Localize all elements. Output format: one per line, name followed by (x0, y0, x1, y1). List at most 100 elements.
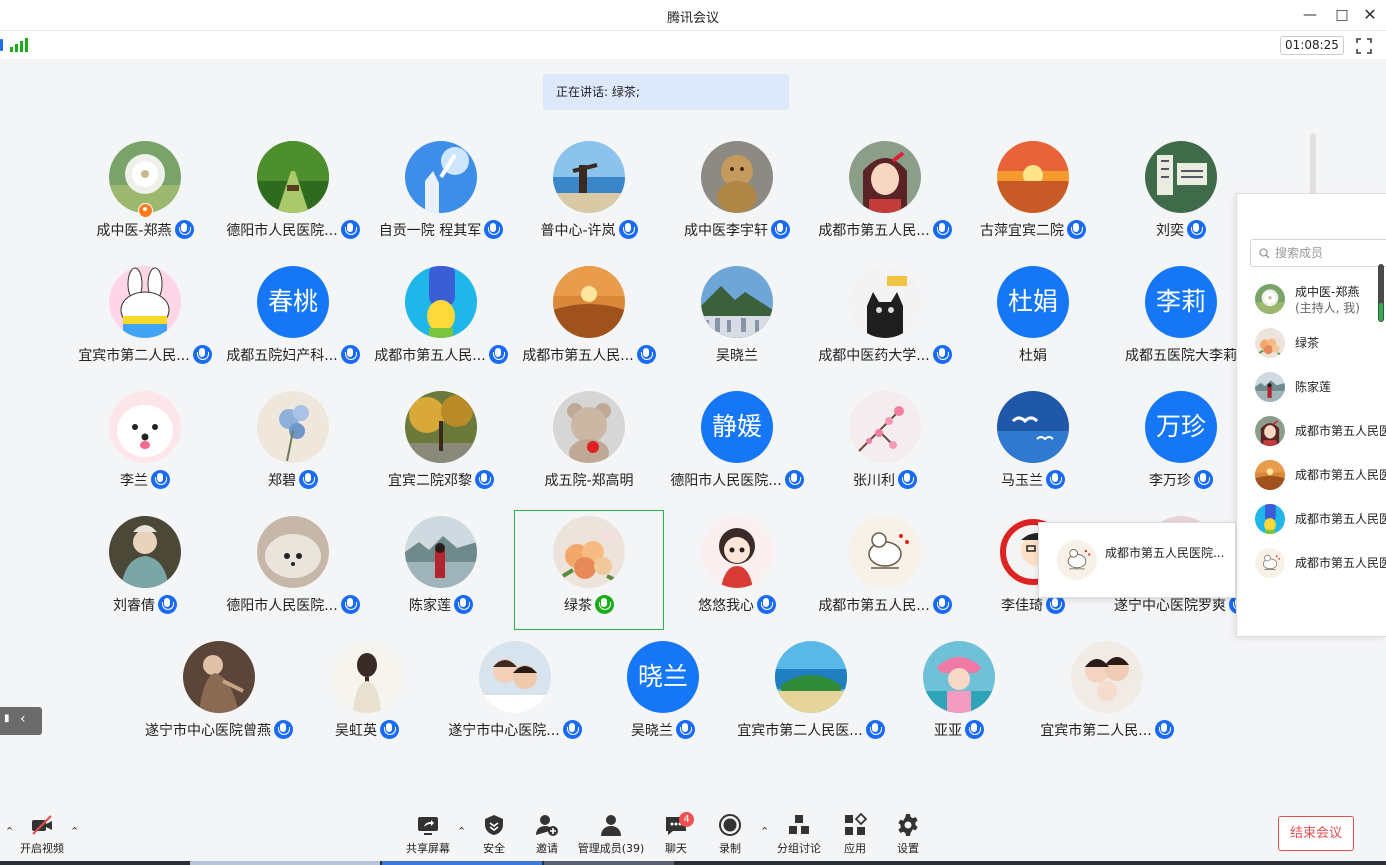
member-list-avatar (1255, 548, 1285, 578)
member-name: 成都市第五人民... (522, 348, 634, 364)
member-name: 李万珍 (1149, 473, 1191, 489)
member-list-avatar (1255, 504, 1285, 534)
member-tile[interactable]: 成都市第五人民... (515, 266, 663, 386)
member-tile[interactable]: 成五院-郑高明 (515, 391, 663, 511)
speaking-indicator: 正在讲话: 绿茶; (543, 74, 789, 110)
member-tile[interactable]: 张川利 (811, 391, 959, 511)
member-tile[interactable]: 成都中医药大学... (811, 266, 959, 386)
shield-icon (485, 815, 503, 835)
member-tile[interactable]: 成中医-郑燕 (71, 141, 219, 261)
record-button[interactable]: 录制 (700, 795, 760, 861)
member-tile[interactable]: 成都市第五人民... (811, 516, 959, 636)
member-tile[interactable]: 成都市第五人民... (811, 141, 959, 261)
member-tile[interactable]: 普中心-许岚 (515, 141, 663, 261)
member-tile[interactable]: 郑碧 (219, 391, 367, 511)
invite-button[interactable]: 邀请 (517, 795, 577, 861)
manage-members-button[interactable]: 管理成员(39) (578, 795, 644, 861)
member-list-role: (主持人, 我) (1295, 301, 1360, 315)
member-avatar (479, 641, 551, 713)
member-tile[interactable]: 绿茶 (514, 510, 664, 630)
member-name: 悠悠我心 (698, 598, 754, 614)
member-name-row: 宜宾市第二人民... (1013, 720, 1201, 740)
member-list-name: 陈家莲 (1295, 380, 1332, 394)
mic-icon (965, 720, 984, 739)
maximize-icon[interactable]: □ (1332, 5, 1352, 25)
member-tile[interactable]: 陈家莲 (367, 516, 515, 636)
end-meeting-button[interactable]: 结束会议 (1278, 816, 1354, 851)
member-list-item[interactable]: 成都市第五人民医 (1237, 408, 1386, 452)
member-list-name: 成中医-郑燕 (1295, 285, 1360, 299)
member-list-item[interactable]: 绿茶 (1237, 320, 1386, 364)
member-tile[interactable]: 杜娟 杜娟 (959, 266, 1107, 386)
signal-strength-icon[interactable] (10, 38, 30, 52)
member-list-avatar (1255, 328, 1285, 358)
member-tile[interactable]: 宜宾市第二人民... (71, 266, 219, 386)
member-avatar (257, 516, 329, 588)
member-tile[interactable]: 德阳市人民医院... (219, 141, 367, 261)
member-tile[interactable]: 李莉 成都五医院大李莉 (1107, 266, 1255, 386)
minimize-icon[interactable]: — (1300, 5, 1320, 25)
member-avatar (923, 641, 995, 713)
member-tile[interactable]: 吴虹英 (293, 641, 441, 761)
member-tile[interactable]: 马玉兰 (959, 391, 1107, 511)
member-tile[interactable]: 遂宁市中心医院曾燕 (145, 641, 293, 761)
member-avatar (331, 641, 403, 713)
member-avatar (405, 266, 477, 338)
share-screen-button[interactable]: 共享屏幕 (398, 795, 458, 861)
member-name: 成中医-郑燕 (96, 223, 172, 239)
member-tile[interactable]: 静媛 德阳市人民医院... (663, 391, 811, 511)
member-tile[interactable]: 自贡一院 程其军 (367, 141, 515, 261)
member-tile[interactable]: 亚亚 (885, 641, 1033, 761)
member-tile[interactable]: 吴晓兰 (663, 266, 811, 386)
member-tile[interactable]: 万珍 李万珍 (1107, 391, 1255, 511)
member-name: 遂宁市中心医院曾燕 (145, 723, 271, 739)
close-icon[interactable]: ✕ (1360, 5, 1380, 25)
member-avatar (775, 641, 847, 713)
member-name: 自贡一院 程其军 (378, 223, 482, 239)
mic-icon (1046, 470, 1065, 489)
member-avatar (997, 391, 1069, 463)
member-tile[interactable]: 晓兰 吴晓兰 (589, 641, 737, 761)
mic-icon (174, 220, 194, 239)
member-tile[interactable]: 刘奕 (1107, 141, 1255, 261)
member-tile[interactable]: 悠悠我心 (663, 516, 811, 636)
mic-icon (1067, 220, 1086, 239)
member-name: 吴虹英 (335, 723, 377, 739)
member-name: 成都中医药大学... (818, 348, 930, 364)
member-name: 宜宾市第二人民... (78, 348, 190, 364)
member-list-name: 成都市第五人民医 (1295, 468, 1386, 482)
member-list-avatar (1255, 284, 1285, 314)
member-list-item[interactable]: 成都市第五人民医 (1237, 540, 1386, 584)
member-search-input[interactable]: 搜索成员 (1250, 239, 1386, 267)
member-tile[interactable]: 古萍宜宾二院 (959, 141, 1107, 261)
member-tile[interactable]: 德阳市人民医院... (219, 516, 367, 636)
member-tile[interactable]: 遂宁市中心医院... (441, 641, 589, 761)
member-tile[interactable]: 宜宾市第二人民医... (737, 641, 885, 761)
fullscreen-icon[interactable] (1356, 38, 1372, 54)
collapse-panel-button[interactable]: ▮ ‹ (0, 707, 42, 735)
member-tile[interactable]: 宜宾市第二人民... (1033, 641, 1181, 761)
invite-icon (536, 815, 558, 836)
member-avatar (1145, 141, 1217, 213)
start-video-label: 开启视频 (20, 842, 64, 855)
member-list-item[interactable]: 成都市第五人民医 (1237, 496, 1386, 540)
mic-active-icon (595, 595, 614, 614)
bottom-toolbar: ⌃ 开启视频 ⌃ 共享屏幕 ⌃ 安全 邀请 管理成员(39) 聊天 录制 ⌃ 分… (0, 795, 1386, 861)
member-name: 德阳市人民医院... (670, 473, 782, 489)
member-tile[interactable]: 刘睿倩 (71, 516, 219, 636)
start-video-button[interactable]: 开启视频 (12, 795, 72, 861)
member-tile[interactable]: 李兰 (71, 391, 219, 511)
mic-icon (898, 470, 917, 489)
member-name: 成都市第五人民... (818, 598, 930, 614)
member-list-item[interactable]: 成中医-郑燕 (主持人, 我) (1237, 276, 1386, 320)
video-options-caret[interactable]: ⌃ (70, 825, 79, 838)
member-list-item[interactable]: 成都市第五人民医 (1237, 452, 1386, 496)
record-options-caret[interactable]: ⌃ (760, 825, 769, 838)
member-tile[interactable]: 春桃 成都五院妇产科... (219, 266, 367, 386)
member-tile[interactable]: 宜宾二院邓黎 (367, 391, 515, 511)
settings-button[interactable]: 设置 (878, 795, 938, 861)
member-tile[interactable]: 成都市第五人民... (367, 266, 515, 386)
member-list-item[interactable]: 陈家莲 (1237, 364, 1386, 408)
meeting-window: 腾讯会议 — □ ✕ 01:08:25 正在讲话: 绿茶; 成中医-郑燕 德阳市人… (0, 0, 1386, 865)
member-tile[interactable]: 成中医李宇轩 (663, 141, 811, 261)
